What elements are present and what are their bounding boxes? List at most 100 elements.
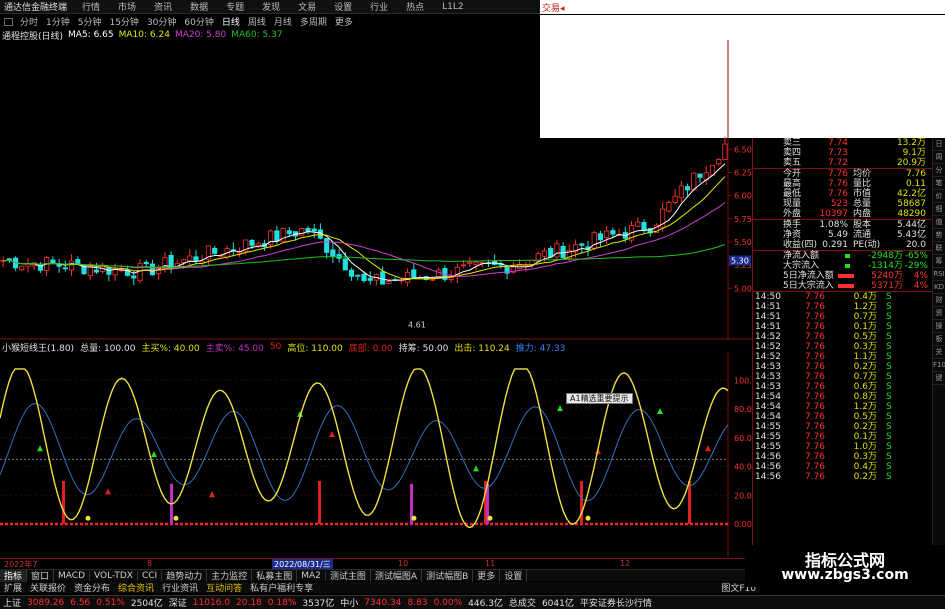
trade-button[interactable]: 交易◂: [542, 1, 565, 14]
menu-item-l1l2[interactable]: L1L2: [433, 2, 472, 12]
menu-item-wenyi[interactable]: 文易: [289, 0, 325, 13]
side-tool-item[interactable]: 财: [933, 294, 945, 307]
indicator-tooltip[interactable]: A1精选重要提示: [566, 393, 633, 404]
info-tab[interactable]: 扩展: [0, 581, 26, 594]
status-item[interactable]: 0.51%: [93, 598, 128, 608]
side-tool-item[interactable]: 键: [933, 372, 945, 385]
status-item[interactable]: 8.83: [405, 598, 431, 608]
indicator-tab[interactable]: 设置: [500, 569, 528, 582]
status-item[interactable]: 3089.26: [24, 598, 67, 608]
info-tab[interactable]: 关联报价: [26, 581, 70, 594]
period-60min[interactable]: 60分钟: [180, 15, 217, 28]
period-daily[interactable]: 日线: [218, 15, 244, 28]
period-multi[interactable]: 多周期: [296, 15, 331, 28]
side-tool-item[interactable]: F10: [933, 359, 945, 372]
period-more[interactable]: 更多: [331, 15, 357, 28]
menu-item-hot[interactable]: 热点: [397, 0, 433, 13]
period-timeshare[interactable]: 分时: [16, 15, 42, 28]
indicator-chart[interactable]: 100.00 80.00 60.00 40.00 20.00 0.00: [0, 352, 752, 557]
tick-row[interactable]: 14:51 7.76 0.7万 S: [753, 312, 932, 322]
tick-row[interactable]: 14:52 7.76 0.3万 S: [753, 342, 932, 352]
tick-row[interactable]: 14:51 7.76 0.1万 S: [753, 322, 932, 332]
info-tab[interactable]: 资金分布: [70, 581, 114, 594]
status-item[interactable]: 深证: [166, 596, 190, 609]
tick-row[interactable]: 14:53 7.76 0.2万 S: [753, 362, 932, 372]
indicator-tab[interactable]: 测试幅图A: [371, 569, 423, 582]
side-tool-item[interactable]: KD: [933, 281, 945, 294]
tick-row[interactable]: 14:50 7.76 0.4万 S: [753, 292, 932, 302]
tick-row[interactable]: 14:56 7.76 0.2万 S: [753, 472, 932, 482]
status-item[interactable]: 20.18: [233, 598, 265, 608]
candlestick-chart[interactable]: 6.506.256.005.755.505.255.005.304.61: [0, 40, 752, 340]
status-item[interactable]: 3537亿: [299, 596, 337, 609]
tick-row[interactable]: 14:51 7.76 1.2万 S: [753, 302, 932, 312]
side-tool-item[interactable]: 势: [933, 229, 945, 242]
side-tool-item[interactable]: 值: [933, 216, 945, 229]
indicator-tab[interactable]: 测试幅图B: [422, 569, 474, 582]
info-tab[interactable]: 互动问答: [202, 581, 246, 594]
side-tool-item[interactable]: 细: [933, 203, 945, 216]
tick-row[interactable]: 14:54 7.76 1.2万 S: [753, 402, 932, 412]
status-item[interactable]: 上证: [0, 596, 24, 609]
status-item[interactable]: 0.18%: [265, 598, 300, 608]
side-tool-item[interactable]: 日: [933, 138, 945, 151]
tick-row[interactable]: 14:52 7.76 0.5万 S: [753, 332, 932, 342]
side-tool-item[interactable]: 笔: [933, 177, 945, 190]
menu-item-settings[interactable]: 设置: [325, 0, 361, 13]
side-tool-item[interactable]: 关: [933, 346, 945, 359]
tick-row[interactable]: 14:53 7.76 0.7万 S: [753, 372, 932, 382]
tick-list[interactable]: 14:50 7.76 0.4万 S 14:51 7.76 1.2万 S 14:51 7.76 0.7…: [753, 292, 932, 482]
side-tool-item[interactable]: 价: [933, 190, 945, 203]
menu-item-market[interactable]: 市场: [109, 0, 145, 13]
menu-item-quote[interactable]: 行情: [73, 0, 109, 13]
side-tool-item[interactable]: 操: [933, 320, 945, 333]
status-item[interactable]: 2504亿: [128, 596, 166, 609]
side-tool-item[interactable]: RSI: [933, 268, 945, 281]
status-item[interactable]: 11016.0: [190, 598, 233, 608]
side-tool-item[interactable]: 周: [933, 151, 945, 164]
tick-row[interactable]: 14:54 7.76 0.8万 S: [753, 392, 932, 402]
side-tool-item[interactable]: 联: [933, 242, 945, 255]
menu-item-news[interactable]: 资讯: [145, 0, 181, 13]
side-tool-item[interactable]: 筹: [933, 255, 945, 268]
side-tool-item[interactable]: 分: [933, 164, 945, 177]
tick-row[interactable]: 14:53 7.76 0.6万 S: [753, 382, 932, 392]
info-tab[interactable]: 私有户福利专享: [246, 581, 317, 594]
status-item[interactable]: 平安证券长沙行情: [577, 596, 655, 609]
indicator-tab[interactable]: 测试主图: [326, 569, 371, 582]
period-15min[interactable]: 15分钟: [105, 15, 142, 28]
info-tab[interactable]: 行业资讯: [158, 581, 202, 594]
side-tool-item[interactable]: 资: [933, 307, 945, 320]
tick-row[interactable]: 14:55 7.76 0.1万 S: [753, 432, 932, 442]
period-1min[interactable]: 1分钟: [42, 15, 74, 28]
indicator-tab[interactable]: VOL-TDX: [90, 570, 138, 581]
status-item[interactable]: 总成交: [506, 596, 539, 609]
menu-item-industry[interactable]: 行业: [361, 0, 397, 13]
status-item[interactable]: 6.56: [67, 598, 93, 608]
tick-row[interactable]: 14:52 7.76 1.1万 S: [753, 352, 932, 362]
layout-icon[interactable]: [4, 17, 13, 26]
indicator-tab[interactable]: MA2: [297, 570, 326, 581]
info-tab[interactable]: 综合资讯: [114, 581, 158, 594]
period-monthly[interactable]: 月线: [270, 15, 296, 28]
period-30min[interactable]: 30分钟: [143, 15, 180, 28]
status-item[interactable]: 0.00%: [431, 598, 466, 608]
indicator-tab[interactable]: CCI: [138, 570, 163, 581]
side-tool-item[interactable]: 板: [933, 333, 945, 346]
tick-row[interactable]: 14:55 7.76 1.0万 S: [753, 442, 932, 452]
status-item[interactable]: 中小: [337, 596, 361, 609]
menu-item-topic[interactable]: 专题: [217, 0, 253, 13]
period-5min[interactable]: 5分钟: [74, 15, 106, 28]
tick-row[interactable]: 14:56 7.76 0.3万 S: [753, 452, 932, 462]
status-item[interactable]: 446.3亿: [465, 596, 506, 609]
indicator-tab[interactable]: MACD: [54, 570, 91, 581]
period-weekly[interactable]: 周线: [244, 15, 270, 28]
status-item[interactable]: 7340.34: [361, 598, 404, 608]
menu-item-discover[interactable]: 发现: [253, 0, 289, 13]
menu-item-data[interactable]: 数据: [181, 0, 217, 13]
tick-row[interactable]: 14:56 7.76 0.4万 S: [753, 462, 932, 472]
tick-row[interactable]: 14:55 7.76 0.2万 S: [753, 422, 932, 432]
status-item[interactable]: 6041亿: [539, 596, 577, 609]
indicator-tab[interactable]: 更多: [473, 569, 501, 582]
tick-row[interactable]: 14:54 7.76 0.5万 S: [753, 412, 932, 422]
